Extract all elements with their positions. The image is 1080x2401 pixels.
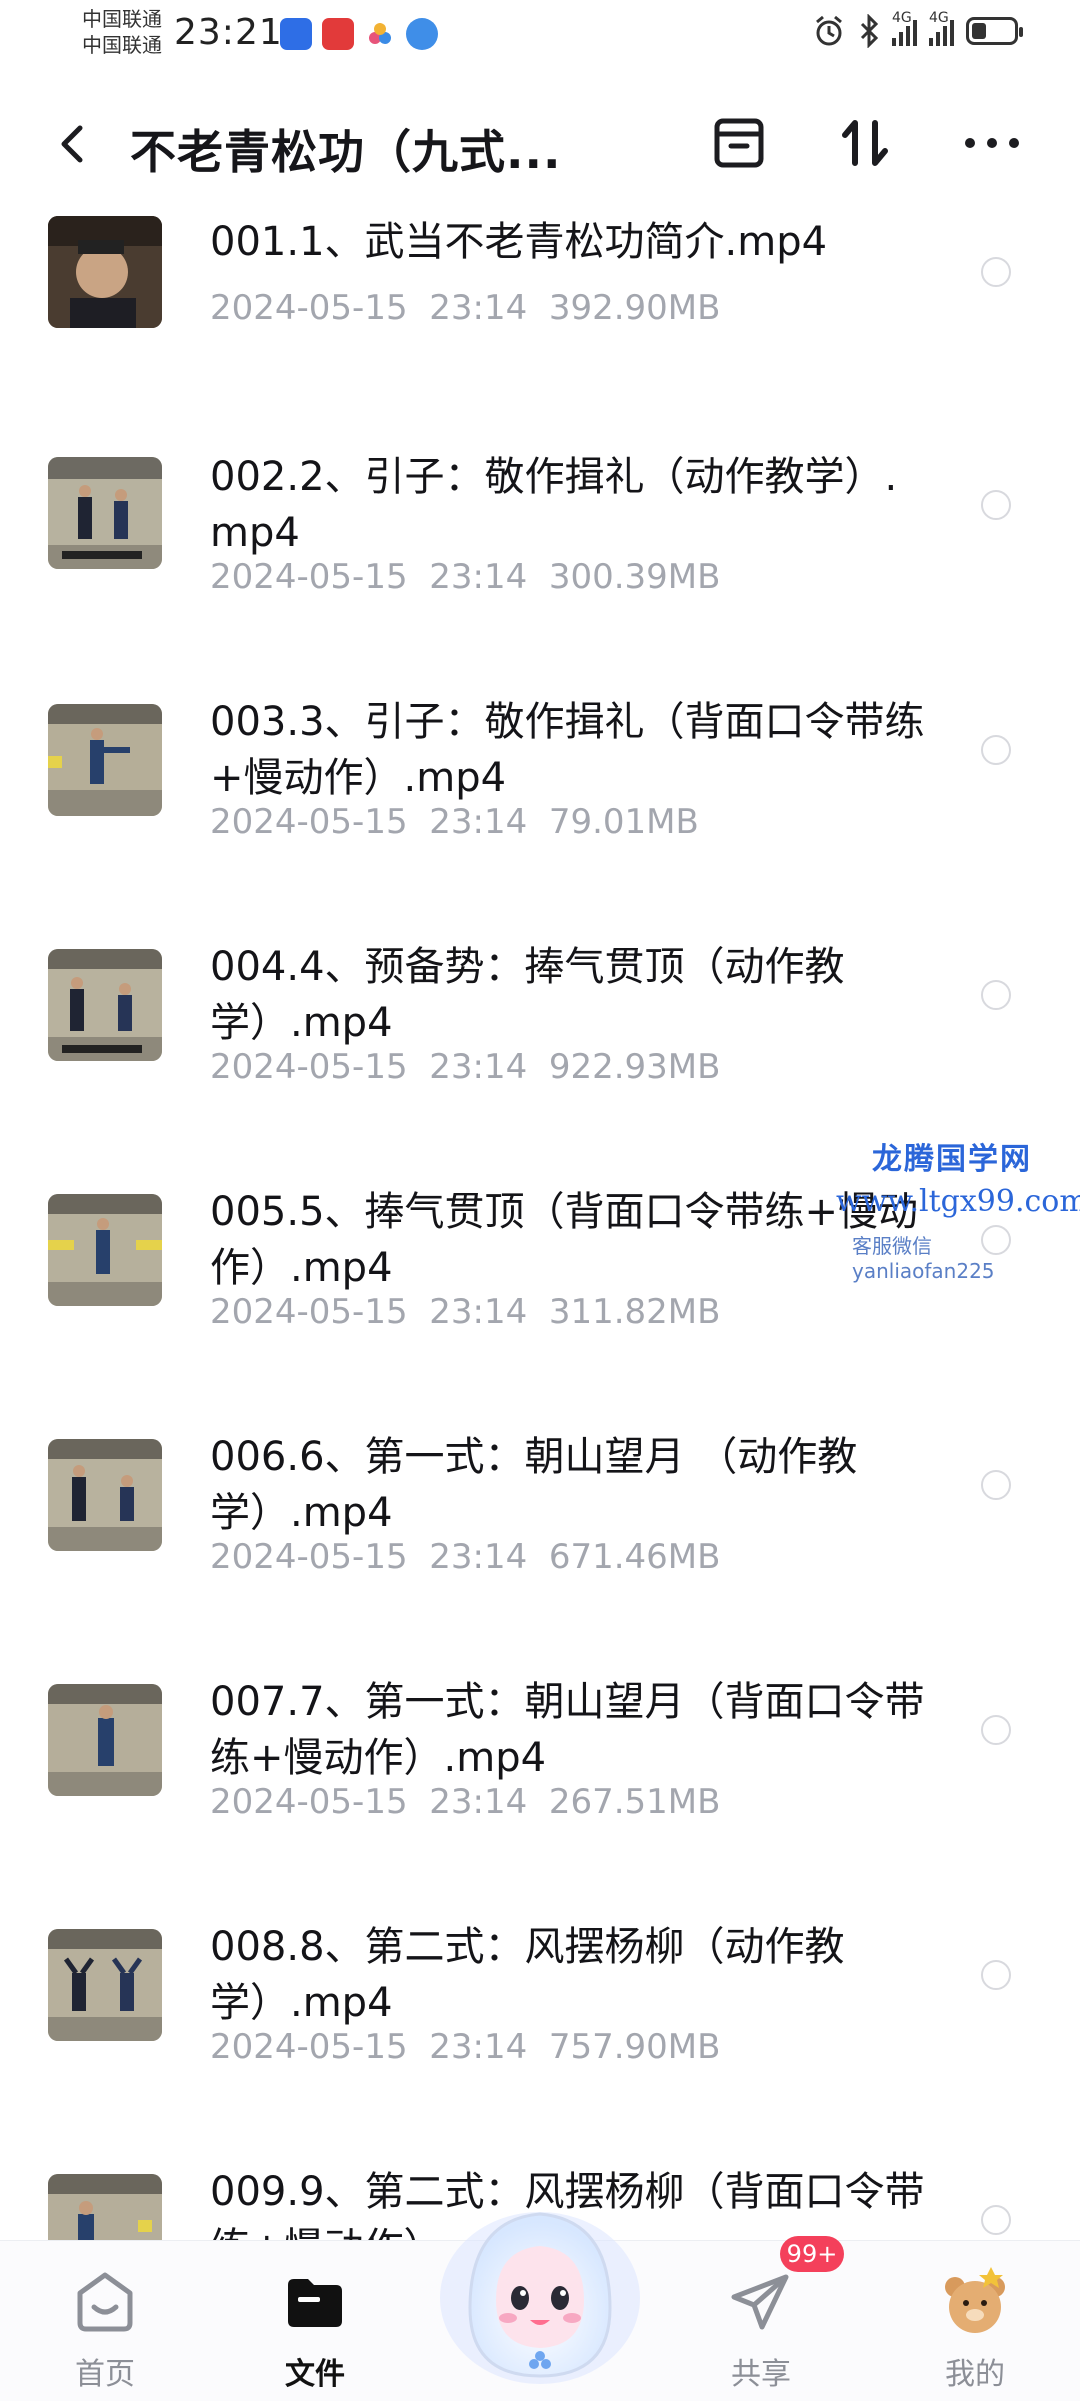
- watermark-contact: 客服微信 yanliaofan225: [852, 1234, 995, 1283]
- nav-mine[interactable]: 我的: [910, 2257, 1040, 2392]
- bluetooth-icon: [860, 14, 879, 48]
- select-radio[interactable]: [981, 980, 1011, 1010]
- select-radio[interactable]: [981, 1470, 1011, 1500]
- mascot-icon: [440, 2212, 640, 2384]
- app-notification-icon: [322, 18, 354, 50]
- select-radio[interactable]: [981, 735, 1011, 765]
- select-radio[interactable]: [981, 1960, 1011, 1990]
- nav-home[interactable]: 首页: [40, 2257, 170, 2392]
- select-button[interactable]: [704, 108, 774, 178]
- signal-1: 4G: [892, 10, 917, 46]
- list-item[interactable]: 001.1、武当不老青松功简介.mp4 2024-05-15 23:14 392…: [0, 210, 1080, 455]
- file-meta: 2024-05-15 23:14 267.51MB: [210, 1782, 721, 1822]
- battery-icon: [966, 17, 1023, 45]
- list-item[interactable]: 007.7、第一式：朝山望月（背面口令带练+慢动作）.mp4 2024-05-1…: [0, 1670, 1080, 1915]
- file-name: 004.4、预备势：捧气贯顶（动作教学）.mp4: [210, 944, 845, 1046]
- bear-avatar-icon: [945, 2267, 1005, 2333]
- back-button[interactable]: [44, 114, 104, 174]
- video-thumbnail: [48, 949, 162, 1061]
- list-item[interactable]: 002.2、引子：敬作揖礼（动作教学）.mp4 2024-05-15 23:14…: [0, 445, 1080, 690]
- file-name: 005.5、捧气贯顶（背面口令带练+慢动作）.mp4: [210, 1189, 919, 1291]
- file-meta: 2024-05-15 23:14 311.82MB: [210, 1292, 721, 1332]
- video-thumbnail: [48, 1194, 162, 1306]
- alarm-icon: [816, 15, 842, 46]
- file-list[interactable]: 001.1、武当不老青松功简介.mp4 2024-05-15 23:14 392…: [0, 210, 1080, 2240]
- status-bar: 中国联通 中国联通 23:21 4G 4G: [0, 0, 1080, 72]
- home-icon: [77, 2272, 133, 2332]
- more-horizontal-icon: [965, 138, 1019, 148]
- notification-icons: [280, 18, 438, 50]
- nav-mine-label: 我的: [945, 2357, 1005, 2392]
- system-icons: 4G 4G: [812, 10, 1023, 48]
- nav-files-label: 文件: [285, 2357, 345, 2392]
- file-name: 007.7、第一式：朝山望月（背面口令带练+慢动作）.mp4: [210, 1679, 925, 1781]
- share-badge: 99+: [780, 2236, 844, 2272]
- list-item[interactable]: 003.3、引子：敬作揖礼（背面口令带练+慢动作）.mp4 2024-05-15…: [0, 690, 1080, 935]
- status-time: 23:21: [174, 12, 283, 53]
- chevron-left-icon: [61, 125, 83, 163]
- app-notification-icon: [406, 18, 438, 50]
- file-meta: 2024-05-15 23:14 300.39MB: [210, 557, 721, 597]
- video-thumbnail: [48, 1929, 162, 2041]
- sort-icon: [842, 120, 888, 166]
- header-bar: 不老青松功（九式...: [0, 80, 1080, 210]
- nav-home-label: 首页: [75, 2357, 135, 2392]
- list-item[interactable]: 006.6、第一式：朝山望月 （动作教学）.mp4 2024-05-15 23:…: [0, 1425, 1080, 1670]
- list-item[interactable]: 008.8、第二式：风摆杨柳（动作教学）.mp4 2024-05-15 23:1…: [0, 1915, 1080, 2160]
- file-meta: 2024-05-15 23:14 79.01MB: [210, 802, 699, 842]
- video-thumbnail: [48, 1684, 162, 1796]
- app-notification-icon: [280, 18, 312, 50]
- file-name: 002.2、引子：敬作揖礼（动作教学）.mp4: [210, 454, 898, 556]
- watermark-url: www.ltgx99.com: [836, 1184, 1080, 1219]
- file-meta: 2024-05-15 23:14 392.90MB: [210, 288, 721, 328]
- file-meta: 2024-05-15 23:14 922.93MB: [210, 1047, 721, 1087]
- select-radio[interactable]: [981, 1715, 1011, 1745]
- file-name: 008.8、第二式：风摆杨柳（动作教学）.mp4: [210, 1924, 845, 2026]
- select-radio[interactable]: [981, 490, 1011, 520]
- file-name: 006.6、第一式：朝山望月 （动作教学）.mp4: [210, 1434, 858, 1536]
- paper-plane-icon: [731, 2274, 789, 2330]
- carrier-2: 中国联通: [82, 33, 162, 57]
- file-name: 001.1、武当不老青松功简介.mp4: [210, 219, 828, 265]
- video-thumbnail: [48, 216, 162, 328]
- folder-icon: [288, 2279, 342, 2327]
- signal-2: 4G: [929, 10, 954, 46]
- video-thumbnail: [48, 1439, 162, 1551]
- battery-level: [972, 23, 986, 39]
- nav-files[interactable]: 文件: [250, 2257, 380, 2392]
- more-button[interactable]: [957, 108, 1027, 178]
- nav-share[interactable]: 共享: [696, 2257, 826, 2392]
- carrier-1: 中国联通: [82, 7, 162, 31]
- sort-button[interactable]: [830, 108, 900, 178]
- assistant-mascot-button[interactable]: [430, 2180, 650, 2390]
- video-thumbnail: [48, 457, 162, 569]
- app-notification-icon: [364, 18, 396, 50]
- file-meta: 2024-05-15 23:14 671.46MB: [210, 1537, 721, 1577]
- page-title: 不老青松功（九式...: [130, 125, 562, 179]
- video-thumbnail: [48, 2174, 162, 2240]
- watermark-title: 龙腾国学网: [872, 1142, 1032, 1177]
- tray-icon: [714, 118, 764, 168]
- file-name: 003.3、引子：敬作揖礼（背面口令带练+慢动作）.mp4: [210, 699, 925, 801]
- nav-share-label: 共享: [731, 2357, 791, 2392]
- select-radio[interactable]: [981, 257, 1011, 287]
- carrier-labels: 中国联通 中国联通: [82, 6, 162, 58]
- video-thumbnail: [48, 704, 162, 816]
- file-meta: 2024-05-15 23:14 757.90MB: [210, 2027, 721, 2067]
- select-radio[interactable]: [981, 2205, 1011, 2235]
